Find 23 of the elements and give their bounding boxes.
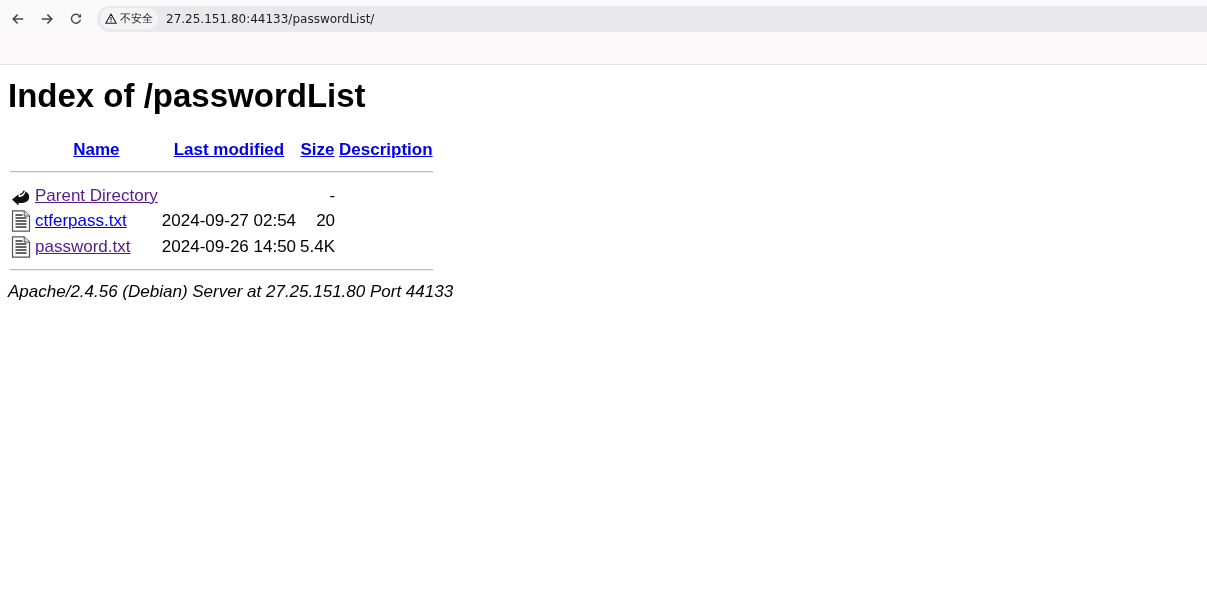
page-heading: Index of /passwordList	[8, 77, 366, 115]
file-link[interactable]: password.txt	[35, 236, 131, 257]
reload-icon	[70, 12, 82, 25]
url-text: 27.25.151.80:44133/passwordList/	[166, 11, 375, 26]
file-size: -	[329, 185, 336, 206]
document-icon	[11, 235, 31, 258]
file-size: 5.4K	[300, 236, 336, 257]
modified-date: 2024-09-26 14:50	[161, 236, 297, 257]
document-icon	[11, 210, 31, 233]
column-header-link[interactable]: Size	[300, 140, 335, 160]
column-header-link[interactable]: Description	[339, 140, 433, 160]
security-chip[interactable]: 不安全	[100, 8, 158, 29]
server-signature: Apache/2.4.56 (Debian) Server at 27.25.151.80 Port 44133	[8, 281, 454, 302]
back-arrow-icon	[12, 12, 24, 25]
modified-date: 2024-09-27 02:54	[161, 211, 297, 232]
address-bar[interactable]: 不安全 27.25.151.80:44133/passwordList/	[97, 5, 1207, 32]
forward-arrow-icon	[41, 12, 53, 25]
column-header-link[interactable]: Last modified	[173, 140, 285, 160]
file-size: 20	[316, 211, 336, 232]
file-link[interactable]: Parent Directory	[35, 185, 158, 206]
column-header-link[interactable]: Name	[73, 140, 120, 160]
file-link[interactable]: ctferpass.txt	[35, 211, 127, 232]
warning-icon	[105, 13, 117, 24]
